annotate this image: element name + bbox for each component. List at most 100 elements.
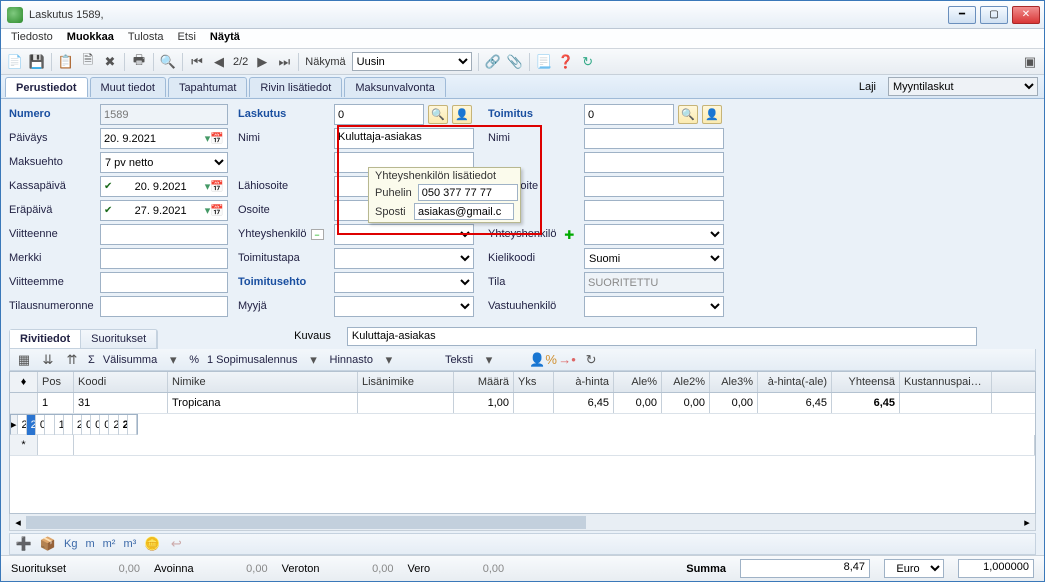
calendar-icon[interactable]: ▾📅 [205,132,224,145]
vastuu-select[interactable] [584,296,724,317]
kuvaus-field[interactable] [347,327,977,346]
erapaiva-field[interactable]: 27. 9.2021▾📅 [100,200,228,221]
maximize-button[interactable]: ▢ [980,6,1008,24]
toimitustapa-select[interactable] [334,248,474,269]
sposti-field[interactable] [414,203,514,220]
prev-icon[interactable]: ◀ [211,54,227,70]
status-bar: Suoritukset 0,00 Avoinna 0,00 Veroton 0,… [1,555,1044,581]
currency-select[interactable]: Euro [884,559,944,578]
search-customer-icon[interactable]: 🔍 [428,105,448,124]
tab-maksunvalvonta[interactable]: Maksunvalvonta [344,77,446,97]
tab-suoritukset[interactable]: Suoritukset [81,330,157,348]
page-icon[interactable]: 📃 [536,54,552,70]
back-icon[interactable]: ↩ [168,536,184,552]
m3-label[interactable]: m³ [123,538,136,550]
minimize-button[interactable]: ━ [948,6,976,24]
puhelin-label: Puhelin [375,187,412,199]
refresh-icon[interactable]: ↻ [580,54,596,70]
next-icon[interactable]: ▶ [254,54,270,70]
toimitusehto-select[interactable] [334,272,474,293]
attach-icon[interactable]: 📎 [507,54,523,70]
kieli-select[interactable]: Suomi [584,248,724,269]
tab-perustiedot[interactable]: Perustiedot [5,77,88,97]
new-icon[interactable]: 📄 [7,54,23,70]
move-down-icon[interactable]: ⇊ [40,352,56,368]
viitteemme-field[interactable] [100,272,228,293]
toim-osoite-field[interactable] [584,200,724,221]
m-label[interactable]: m [85,538,94,550]
sigma-icon[interactable]: Σ [88,354,95,366]
boxes-icon[interactable]: ▦ [16,352,32,368]
remove-contact-icon[interactable]: − [311,229,324,240]
coins-icon[interactable]: 🪙 [144,536,160,552]
table-row[interactable]: ▸ 2 27 0,5 l PepsiMax 1,00 2,02 0,00 0,0… [10,414,138,435]
toim-yhteys-select[interactable] [584,224,724,245]
sopimus-label[interactable]: 1 Sopimusalennus [207,354,298,366]
last-icon[interactable]: ⏭ [276,54,292,70]
open-customer-icon[interactable]: 👤 [452,105,472,124]
nimi-field[interactable]: Kuluttaja-asiakas [334,128,474,149]
trailing-icon[interactable]: ▣ [1022,54,1038,70]
arrow-icon[interactable]: →• [559,352,575,368]
maksuehto-select[interactable]: 7 pv netto [100,152,228,173]
help-icon[interactable]: ❓ [558,54,574,70]
teksti-label[interactable]: Teksti [445,354,473,366]
line-grid[interactable]: ♦ Pos Koodi Nimike Lisänimike Määrä Yks … [9,371,1036,514]
menu-etsi[interactable]: Etsi [178,31,196,46]
view-select[interactable]: Uusin [352,52,472,71]
puhelin-field[interactable] [418,184,518,201]
tab-rivin[interactable]: Rivin lisätiedot [249,77,342,97]
menu-tulosta[interactable]: Tulosta [128,31,164,46]
add-contact-icon[interactable]: ✚ [561,226,579,244]
menu-muokkaa[interactable]: Muokkaa [67,31,114,46]
toim-lahi-field[interactable] [584,176,724,197]
delete-icon[interactable]: ✖ [102,54,118,70]
refresh-grid-icon[interactable]: ↻ [583,352,599,368]
menu-bar[interactable]: Tiedosto Muokkaa Tulosta Etsi Näytä [1,29,1044,49]
myyja-label: Myyjä [238,296,328,317]
paivays-field[interactable]: 20. 9.2021▾📅 [100,128,228,149]
add-row-icon[interactable]: ➕ [16,536,32,552]
m2-label[interactable]: m² [103,538,116,550]
toimitus-code-field[interactable]: 0 [584,104,674,125]
menu-tiedosto[interactable]: Tiedosto [11,31,53,46]
menu-nayta[interactable]: Näytä [210,31,240,46]
doc-icon[interactable]: 🗎 [80,54,96,70]
myyja-select[interactable] [334,296,474,317]
yhteys-select[interactable] [334,224,474,245]
package-icon[interactable]: 📦 [40,536,56,552]
merkki-field[interactable] [100,248,228,269]
horizontal-scrollbar[interactable]: ◂ ▸ [9,514,1036,531]
calendar-icon[interactable]: ▾📅 [205,204,224,217]
dropdown-icon[interactable]: ▾ [165,352,181,368]
tab-muut[interactable]: Muut tiedot [90,77,166,97]
laskutus-code-field[interactable]: 0 [334,104,424,125]
search-icon[interactable]: 🔍 [160,54,176,70]
tilausnro-field[interactable] [100,296,228,317]
close-button[interactable]: ✕ [1012,6,1040,24]
search-delivery-icon[interactable]: 🔍 [678,105,698,124]
open-delivery-icon[interactable]: 👤 [702,105,722,124]
laji-select[interactable]: Myyntilaskut [888,77,1038,96]
tab-rivitiedot[interactable]: Rivitiedot [10,330,81,348]
table-row-new[interactable]: * [10,435,1035,456]
print-icon[interactable]: 🖶 [131,54,147,70]
save-icon[interactable]: 💾 [29,54,45,70]
toim-nimi2-field[interactable] [584,152,724,173]
table-row[interactable]: 1 31 Tropicana 1,00 6,45 0,00 0,00 0,00 … [10,393,1035,414]
calendar-icon[interactable]: ▾📅 [205,180,224,193]
hinnasto-label[interactable]: Hinnasto [330,354,373,366]
kg-label[interactable]: Kg [64,538,77,550]
pct-person-icon[interactable]: 👤% [535,352,551,368]
tab-tapahtumat[interactable]: Tapahtumat [168,77,247,97]
copy-icon[interactable]: 📋 [58,54,74,70]
maksuehto-label: Maksuehto [9,152,94,173]
link-icon[interactable]: 🔗 [485,54,501,70]
osoite-label: Osoite [238,200,328,221]
kassapaiva-field[interactable]: 20. 9.2021▾📅 [100,176,228,197]
viitteenne-field[interactable] [100,224,228,245]
first-icon[interactable]: ⏮ [189,54,205,70]
contact-tooltip: Yhteyshenkilön lisätiedot Puhelin Sposti [368,167,521,223]
toim-nimi-field[interactable] [584,128,724,149]
move-up-icon[interactable]: ⇈ [64,352,80,368]
